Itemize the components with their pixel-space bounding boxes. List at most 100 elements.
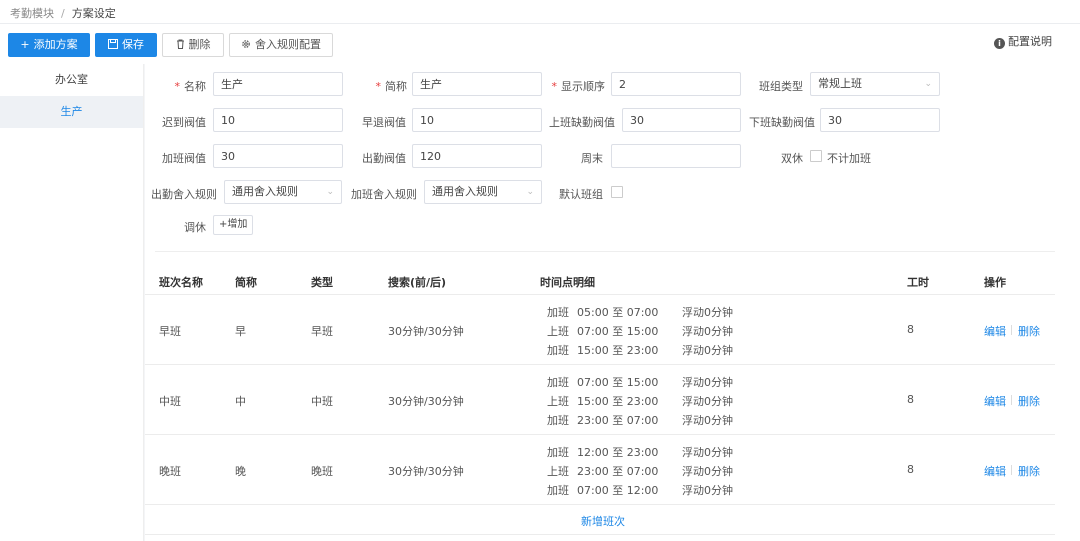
cell-shift-search: 30分钟/30分钟 <box>388 325 464 338</box>
cell-shift-type: 早班 <box>311 325 333 338</box>
sidebar-item-production[interactable]: 生产 <box>0 96 143 128</box>
row-divider <box>145 434 1055 435</box>
display-order-input[interactable] <box>611 72 741 96</box>
rounding-rules-button[interactable]: 舍入规则配置 <box>229 33 333 57</box>
link-divider <box>1011 325 1012 335</box>
time-detail-line: 上班 23:00 至 07:00 浮动0分钟 <box>547 465 733 478</box>
overtime-rounding-select[interactable]: 通用舍入规则 ⌄ <box>424 180 542 204</box>
trash-icon <box>176 34 185 56</box>
edit-shift-link[interactable]: 编辑 <box>984 463 1006 479</box>
delete-shift-link[interactable]: 删除 <box>1018 393 1040 409</box>
attend-rounding-select[interactable]: 通用舍入规则 ⌄ <box>224 180 342 204</box>
col-header-hours: 工时 <box>907 276 929 289</box>
attendance-threshold-input[interactable] <box>412 144 542 168</box>
time-detail-line: 加班 23:00 至 07:00 浮动0分钟 <box>547 414 733 427</box>
save-button[interactable]: 保存 <box>95 33 157 57</box>
short-name-label: * 简称 <box>375 80 408 93</box>
cell-shift-name: 晚班 <box>159 465 181 478</box>
no-overtime-label: 不计加班 <box>827 152 871 165</box>
off-duty-absence-label: 下班缺勤阀值 <box>749 116 815 129</box>
overtime-rounding-label: 加班舍入规则 <box>351 188 417 201</box>
header-row-divider <box>145 294 1055 295</box>
no-overtime-checkbox[interactable] <box>810 150 822 162</box>
default-group-checkbox[interactable] <box>611 186 623 198</box>
main-panel: *名称 *简称 *显示顺序 班组类型 常规上班 ⌄ 迟到阀值 早退阀值 上班缺勤… <box>145 64 1080 541</box>
add-plan-label: 添加方案 <box>33 38 78 51</box>
col-header-ops: 操作 <box>984 276 1006 289</box>
attend-rounding-label: 出勤舍入规则 <box>151 188 217 201</box>
cell-shift-name: 早班 <box>159 325 181 338</box>
time-detail-line: 上班 15:00 至 23:00 浮动0分钟 <box>547 395 733 408</box>
cell-shift-short: 中 <box>235 395 246 408</box>
sidebar-item-office[interactable]: 办公室 <box>0 64 143 96</box>
delete-shift-link[interactable]: 删除 <box>1018 323 1040 339</box>
name-input[interactable] <box>213 72 343 96</box>
on-duty-absence-input[interactable] <box>622 108 741 132</box>
name-label: * 名称 <box>174 80 207 93</box>
save-icon <box>108 34 118 56</box>
gear-icon <box>241 34 251 56</box>
cell-shift-short: 晚 <box>235 465 246 478</box>
cell-shift-hours: 8 <box>907 323 914 336</box>
edit-shift-link[interactable]: 编辑 <box>984 393 1006 409</box>
cell-shift-search: 30分钟/30分钟 <box>388 465 464 478</box>
time-detail-line: 加班 07:00 至 12:00 浮动0分钟 <box>547 484 733 497</box>
delete-shift-link[interactable]: 删除 <box>1018 463 1040 479</box>
row-divider <box>145 504 1055 505</box>
default-group-label: 默认班组 <box>559 188 603 201</box>
time-detail-line: 加班 05:00 至 07:00 浮动0分钟 <box>547 306 733 319</box>
chevron-down-icon: ⌄ <box>326 187 334 197</box>
time-detail-line: 加班 15:00 至 23:00 浮动0分钟 <box>547 344 733 357</box>
time-detail-line: 加班 12:00 至 23:00 浮动0分钟 <box>547 446 733 459</box>
shift-type-select[interactable]: 常规上班 ⌄ <box>810 72 940 96</box>
shift-type-value: 常规上班 <box>818 77 862 90</box>
late-threshold-input[interactable] <box>213 108 343 132</box>
time-detail-line: 加班 07:00 至 15:00 浮动0分钟 <box>547 376 733 389</box>
link-divider <box>1011 465 1012 475</box>
footer-divider <box>145 534 1055 535</box>
on-duty-absence-label: 上班缺勤阀值 <box>549 116 615 129</box>
off-duty-absence-input[interactable] <box>820 108 940 132</box>
plus-icon: + <box>20 38 30 51</box>
early-leave-input[interactable] <box>412 108 542 132</box>
overtime-rounding-value: 通用舍入规则 <box>432 185 498 198</box>
cell-shift-type: 晚班 <box>311 465 333 478</box>
col-header-name: 班次名称 <box>159 276 203 289</box>
early-leave-label: 早退阀值 <box>362 116 406 129</box>
sidebar: 办公室 生产 <box>0 64 144 541</box>
chevron-down-icon: ⌄ <box>924 79 932 89</box>
col-header-short: 简称 <box>235 276 257 289</box>
breadcrumb-current: 方案设定 <box>71 7 116 20</box>
add-plan-button[interactable]: + 添加方案 <box>8 33 90 57</box>
rest-swap-label: 调休 <box>184 221 206 234</box>
help-link[interactable]: i 配置说明 <box>994 33 1052 49</box>
attend-rounding-value: 通用舍入规则 <box>232 185 298 198</box>
help-label: 配置说明 <box>1008 35 1052 48</box>
breadcrumb: 考勤模块 / 方案设定 <box>0 0 1080 24</box>
toolbar: + 添加方案 保存 删除 舍入规则配置 i 配置说明 <box>0 24 1080 64</box>
display-order-label: * 显示顺序 <box>551 80 606 93</box>
double-rest-label: 双休 <box>781 152 803 165</box>
breadcrumb-parent[interactable]: 考勤模块 <box>10 7 54 20</box>
shift-type-label: 班组类型 <box>759 80 803 93</box>
delete-label: 删除 <box>188 38 211 51</box>
link-divider <box>1011 395 1012 405</box>
save-label: 保存 <box>122 38 144 51</box>
weekend-label: 周末 <box>581 152 603 165</box>
cell-shift-short: 早 <box>235 325 246 338</box>
short-name-input[interactable] <box>412 72 542 96</box>
cell-shift-hours: 8 <box>907 463 914 476</box>
breadcrumb-separator: / <box>61 7 65 20</box>
add-shift-link[interactable]: 新增班次 <box>581 513 625 529</box>
time-detail-line: 上班 07:00 至 15:00 浮动0分钟 <box>547 325 733 338</box>
add-rest-swap-button[interactable]: +增加 <box>213 215 254 235</box>
col-header-search: 搜索(前/后) <box>388 276 447 289</box>
row-divider <box>145 364 1055 365</box>
sidebar-item-label: 办公室 <box>55 73 88 86</box>
late-threshold-label: 迟到阀值 <box>162 116 206 129</box>
delete-button[interactable]: 删除 <box>162 33 224 57</box>
edit-shift-link[interactable]: 编辑 <box>984 323 1006 339</box>
cell-shift-search: 30分钟/30分钟 <box>388 395 464 408</box>
weekend-input[interactable] <box>611 144 741 168</box>
overtime-threshold-input[interactable] <box>213 144 343 168</box>
